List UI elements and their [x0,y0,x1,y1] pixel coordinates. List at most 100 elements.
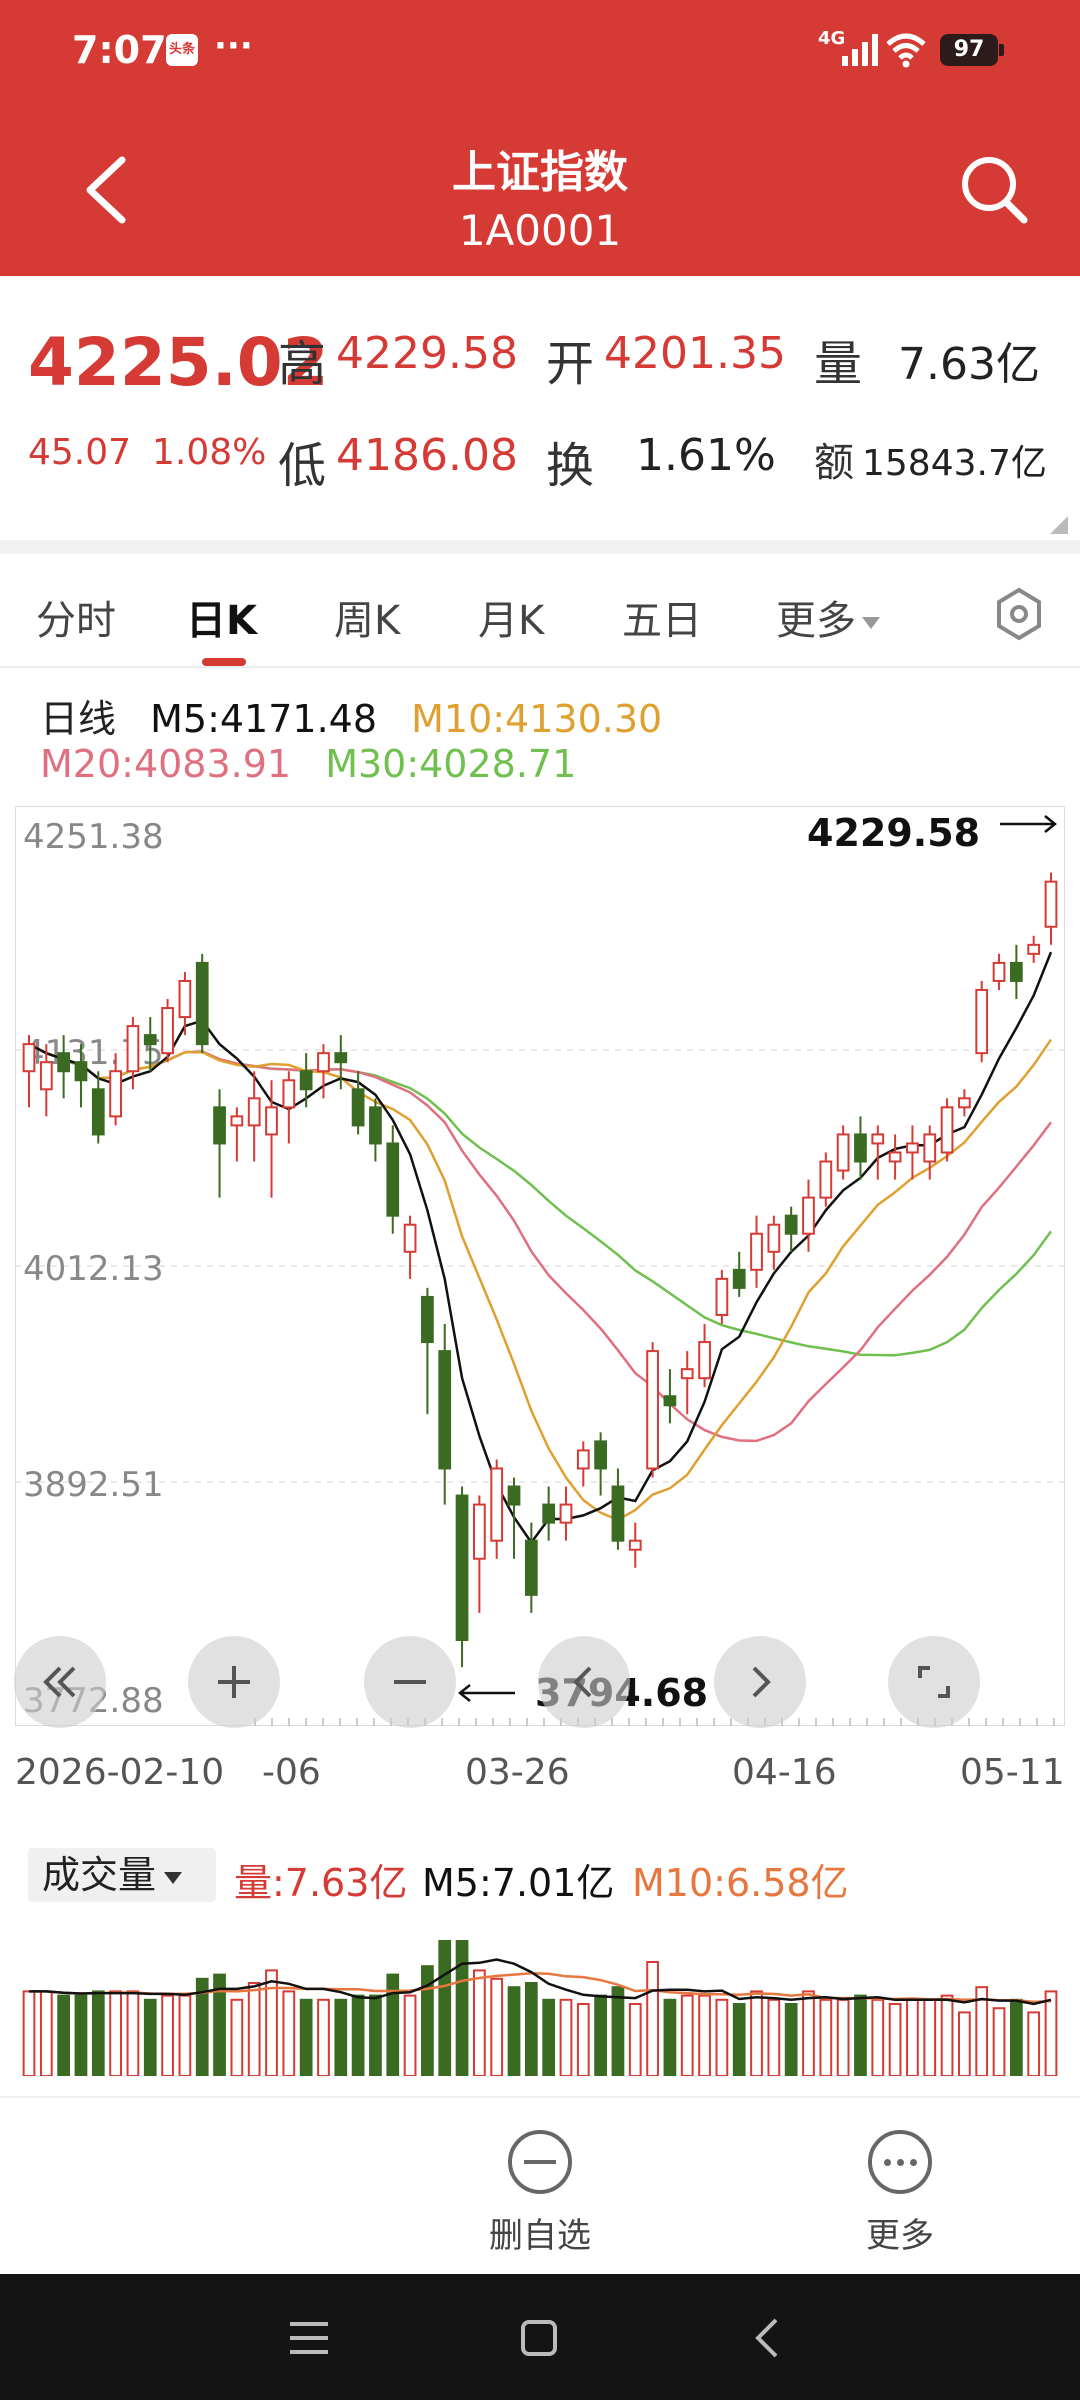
max-arrow-icon [1000,815,1058,833]
back-nav-icon[interactable] [744,2316,794,2360]
zoom-out-button[interactable] [364,1636,456,1728]
period-label: 日线 [40,697,117,741]
volume-ma10: M10:6.58亿 [632,1861,849,1905]
candle [1009,944,1023,999]
candle [247,1071,261,1162]
y-axis-label: 4012.13 [23,1249,164,1289]
candle [646,1342,659,1478]
volume-bar [126,1990,140,2076]
ma5-line [28,951,1053,1545]
menu-icon[interactable] [284,2316,334,2360]
settings-hexagon-icon[interactable] [994,586,1044,642]
scroll-left-button[interactable] [538,1636,630,1728]
scroll-right-button[interactable] [714,1636,806,1728]
candle [559,1486,573,1541]
section-divider [0,540,1080,554]
tab-weekly-k[interactable]: 周K [334,588,400,646]
volume-chart[interactable] [15,1912,1065,2076]
volume-bar [1027,2011,1041,2076]
ma30-value: M30:4028.71 [325,742,577,786]
tab-monthly-k[interactable]: 月K [478,588,544,646]
volume-bar [767,1998,781,2076]
ma20-line [28,1042,1053,1443]
x-label-0: 2026-02-10 [15,1752,225,1793]
volume-bar [559,1998,573,2076]
volume-bar [473,1969,486,2076]
volume-ma5: M5:7.01亿 [422,1861,615,1905]
candle [663,1369,677,1424]
dropdown-arrow-icon [164,1871,183,1884]
remove-watchlist-label: 删自选 [489,2216,591,2256]
ma-legend-row-2: M20:4083.91 M30:4028.71 [40,742,598,786]
volume-current: 量:7.63亿 [234,1861,408,1905]
candle [282,1071,296,1144]
system-navigation-bar [0,2274,1080,2400]
candle [767,1215,781,1270]
candle [594,1432,607,1496]
high-value: 4229.58 [336,328,518,379]
expand-corner-icon[interactable] [1050,516,1068,534]
volume-bar [611,1986,625,2076]
volume-bar [317,1998,330,2076]
min-arrow-icon [457,1684,515,1702]
tab-daily-k[interactable]: 日K [186,588,257,646]
volume-bar [299,1998,313,2076]
stock-code: 1A0001 [458,206,622,255]
candle [992,953,1006,990]
tab-five-day[interactable]: 五日 [622,588,702,646]
candle [542,1486,556,1541]
x-label-4: 05-11 [960,1752,1065,1793]
more-label: 更多 [866,2216,934,2256]
candle [854,1116,867,1180]
volume-bar [836,1998,850,2076]
volume-bar [888,2003,902,2076]
volume-bar [958,2011,971,2076]
status-time: 7:07 [72,28,167,72]
volume-value: 7.63亿 [898,339,1040,390]
volume-bar [646,1961,659,2076]
candle [421,1287,434,1415]
remove-from-watchlist-button[interactable]: 删自选 [460,2130,620,2257]
high-label: 高 [278,336,327,392]
candle [507,1477,521,1559]
volume-bar [750,1990,763,2076]
volume-bar [178,1994,192,2076]
indicator-selector[interactable]: 成交量 [28,1848,216,1902]
y-axis-label: 4251.38 [23,817,164,857]
candlestick-chart[interactable]: 4251.384131.754012.133892.513772.88 4229… [15,806,1065,1726]
candle [1027,935,1041,963]
volume-bar [698,1994,711,2076]
fast-rewind-button[interactable] [14,1636,106,1728]
tab-more[interactable]: 更多 [776,588,880,646]
candle [403,1215,417,1279]
open-value: 4201.35 [604,328,786,379]
candle [161,998,174,1063]
volume-bar [334,1998,348,2076]
candle [836,1125,850,1180]
candle [819,1152,833,1207]
more-notifications-icon: ··· [214,26,253,66]
candle [784,1206,798,1252]
volume-bar [1044,1990,1058,2076]
volume-bar [438,1940,452,2076]
volume-label: 量 [814,336,863,392]
volume-bar [732,2003,746,2076]
candle [940,1098,954,1162]
candle [369,1098,382,1162]
volume-bar [663,1998,677,2076]
fullscreen-button[interactable] [888,1636,980,1728]
volume-bar [628,2003,642,2076]
candle [91,1071,105,1144]
volume-bar [871,1998,885,2076]
home-icon[interactable] [514,2316,564,2360]
volume-bar [490,1977,504,2076]
search-button[interactable] [956,150,1032,230]
zoom-in-button[interactable] [188,1636,280,1728]
tab-intraday[interactable]: 分时 [36,588,116,646]
volume-bar [230,1998,244,2076]
candle [628,1522,642,1568]
ma-legend-row-1: 日线 M5:4171.48 M10:4130.30 [40,688,684,743]
ma10-value: M10:4130.30 [411,697,663,741]
more-button[interactable]: 更多 [820,2130,980,2257]
ma20-value: M20:4083.91 [40,742,292,786]
